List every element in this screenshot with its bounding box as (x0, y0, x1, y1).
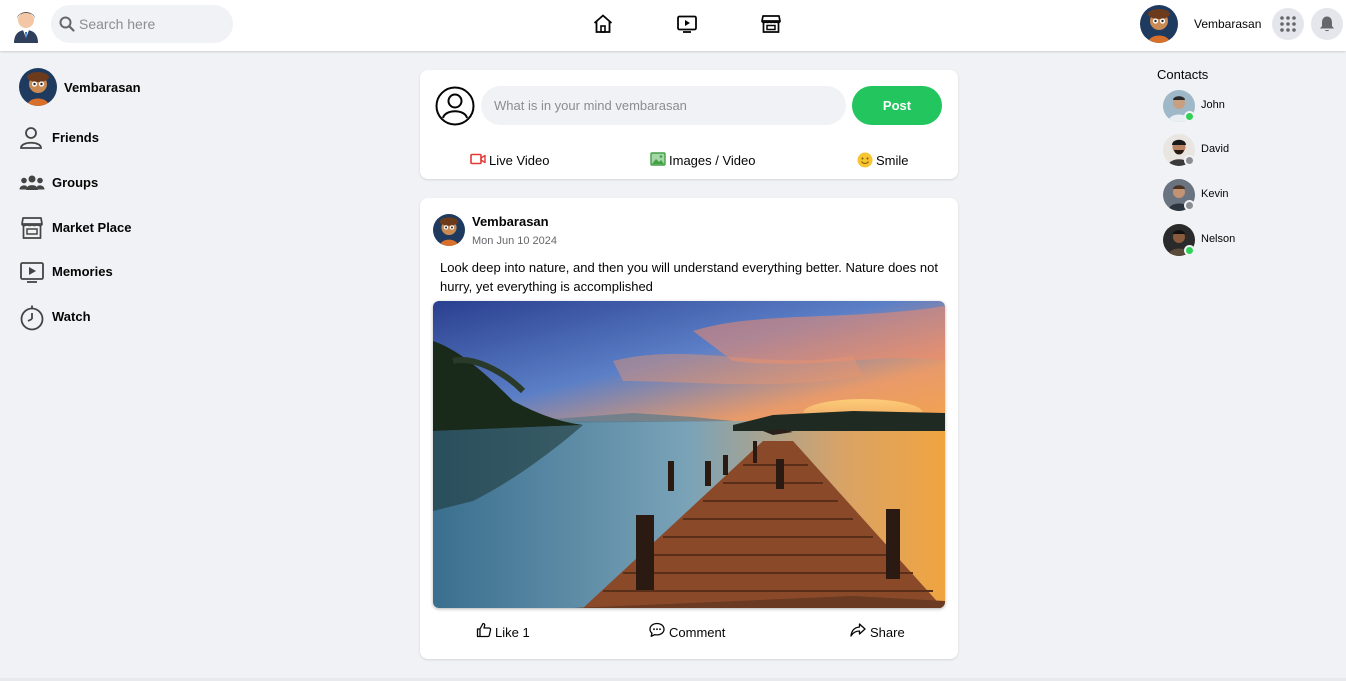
contacts-title: Contacts (1157, 67, 1209, 82)
offline-status-dot (1184, 155, 1195, 166)
marketplace-icon (21, 217, 43, 239)
avatar (19, 68, 57, 106)
online-status-dot (1184, 245, 1195, 256)
contact-name: Nelson (1201, 233, 1236, 245)
live-video-button[interactable]: Live Video (470, 150, 560, 170)
sidebar-item-marketplace[interactable]: Market Place (19, 214, 209, 242)
comment-button[interactable]: Comment (649, 622, 729, 642)
contact-name: Kevin (1201, 188, 1229, 200)
home-icon[interactable] (591, 12, 615, 36)
post-date: Mon Jun 10 2024 (472, 235, 558, 247)
smile-button[interactable]: Smile (857, 150, 917, 170)
groups-icon (19, 175, 45, 190)
post-text: Look deep into nature, and then you will… (440, 260, 938, 294)
contact-kevin[interactable]: Kevin (1163, 179, 1283, 212)
sidebar-item-label: Watch (52, 309, 91, 324)
images-video-label: Images / Video (669, 153, 756, 168)
user-avatar[interactable] (1140, 5, 1178, 43)
watch-icon (20, 305, 44, 331)
sidebar-item-label: Market Place (52, 220, 132, 235)
bell-icon (1320, 16, 1334, 32)
sidebar-item-watch[interactable]: Watch (19, 303, 209, 331)
feed-post: Vembarasan Mon Jun 10 2024 Look deep int… (420, 198, 958, 659)
sidebar-item-label: Friends (52, 130, 99, 145)
smile-icon (857, 152, 873, 168)
top-navbar: Vembarasan (0, 0, 1346, 51)
friends-icon (20, 127, 42, 149)
contact-nelson[interactable]: Nelson (1163, 224, 1283, 257)
contact-name: David (1201, 143, 1230, 155)
video-camera-icon (470, 153, 486, 165)
app-logo[interactable] (10, 5, 42, 43)
search-icon (59, 16, 75, 32)
thumbs-up-icon (476, 622, 492, 638)
user-outline-icon (435, 86, 475, 126)
share-label: Share (870, 625, 905, 640)
smile-label: Smile (876, 153, 909, 168)
comment-icon (649, 622, 665, 637)
contact-david[interactable]: David (1163, 134, 1283, 167)
memories-icon (20, 262, 44, 283)
images-video-button[interactable]: Images / Video (650, 150, 762, 170)
live-video-label: Live Video (489, 153, 550, 168)
contact-john[interactable]: John (1163, 90, 1283, 123)
store-icon[interactable] (759, 12, 783, 36)
comment-label: Comment (669, 625, 726, 640)
sidebar-profile-name: Vembarasan (64, 80, 141, 95)
post-composer[interactable] (481, 86, 846, 125)
avatar[interactable] (433, 214, 465, 246)
post-input[interactable] (494, 86, 834, 125)
post-button[interactable]: Post (852, 86, 942, 125)
grid-menu-icon (1280, 16, 1296, 32)
header-username[interactable]: Vembarasan (1194, 17, 1261, 31)
create-post-card: Post Live Video Images / Video Smile (420, 70, 958, 179)
online-status-dot (1184, 111, 1195, 122)
sidebar-item-groups[interactable]: Groups (19, 169, 209, 197)
menu-button[interactable] (1272, 8, 1304, 40)
share-icon (850, 623, 866, 637)
image-icon (650, 152, 666, 166)
sidebar-item-label: Groups (52, 175, 99, 190)
notifications-button[interactable] (1311, 8, 1343, 40)
post-image[interactable] (433, 301, 945, 608)
sidebar-profile[interactable]: Vembarasan (19, 68, 209, 106)
search-input[interactable] (79, 5, 229, 43)
offline-status-dot (1184, 200, 1195, 211)
share-button[interactable]: Share (850, 622, 910, 642)
post-author[interactable]: Vembarasan (472, 214, 549, 229)
contact-name: John (1201, 99, 1225, 111)
search-box[interactable] (51, 5, 233, 43)
video-icon[interactable] (675, 12, 699, 36)
like-button[interactable]: Like 1 (476, 622, 536, 642)
like-label: Like 1 (495, 625, 530, 640)
sidebar-item-memories[interactable]: Memories (19, 258, 209, 286)
sidebar-item-label: Memories (52, 264, 113, 279)
sidebar-item-friends[interactable]: Friends (19, 124, 209, 152)
